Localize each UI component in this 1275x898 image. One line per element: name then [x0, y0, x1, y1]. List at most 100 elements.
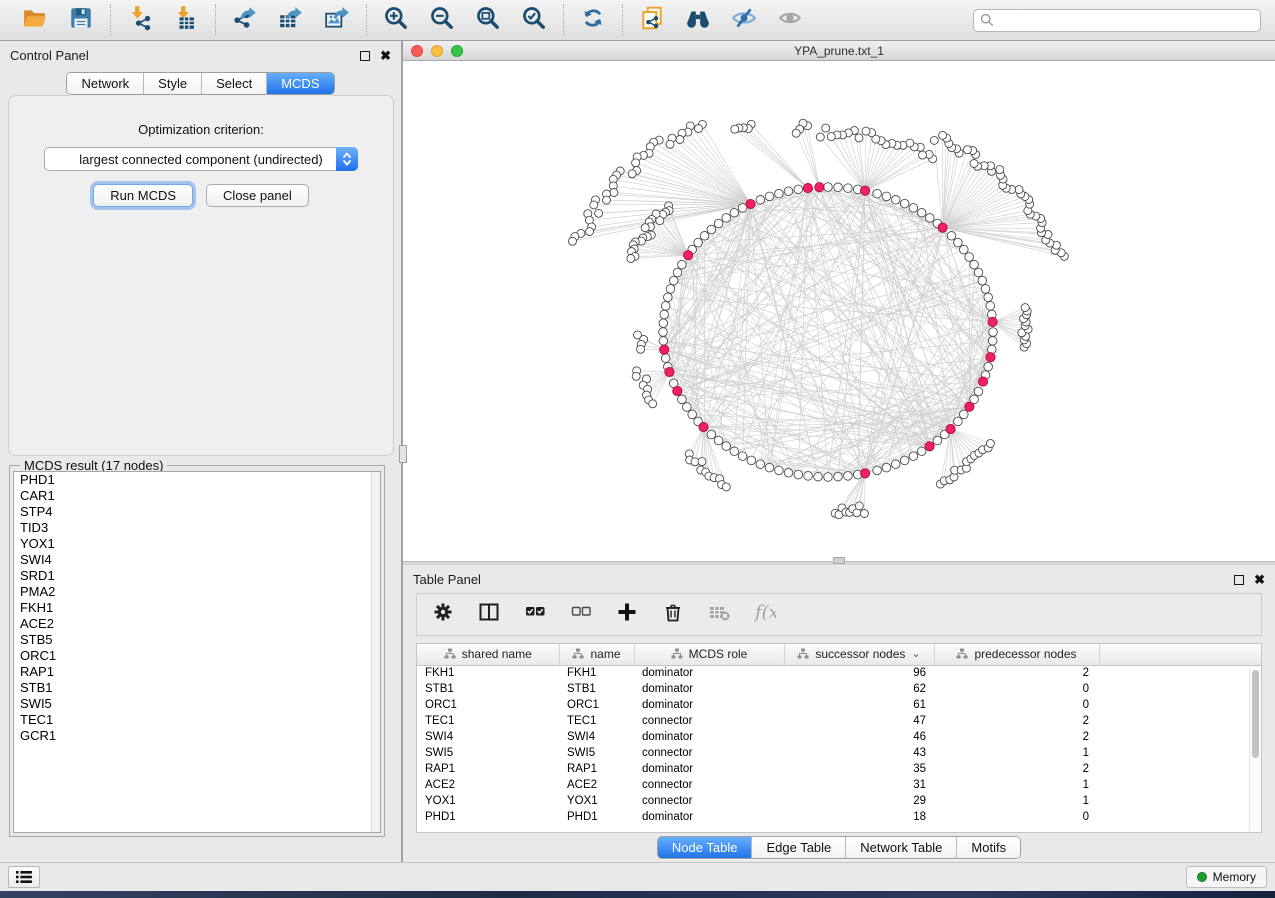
table-row[interactable]: TEC1TEC1connector472: [417, 713, 1262, 729]
mcds-result-item[interactable]: FKH1: [14, 600, 380, 616]
zoom-out-button[interactable]: [428, 6, 456, 34]
attribute-icon: [444, 648, 456, 660]
first-neighbors-button[interactable]: [684, 6, 712, 34]
horizontal-splitter-handle[interactable]: [833, 557, 845, 564]
table-scrollbar[interactable]: [1249, 668, 1260, 831]
mcds-list-scrollbar[interactable]: [371, 472, 380, 832]
network-canvas[interactable]: [403, 61, 1275, 561]
clone-network-button[interactable]: [638, 6, 666, 34]
export-image-button[interactable]: [323, 6, 351, 34]
table-row[interactable]: YOX1YOX1connector291: [417, 793, 1262, 809]
table-scrollbar-thumb[interactable]: [1252, 670, 1259, 758]
table-row[interactable]: SWI5SWI5connector431: [417, 745, 1262, 761]
float-panel-icon[interactable]: [360, 51, 370, 61]
mcds-result-item[interactable]: STB1: [14, 680, 380, 696]
tab-select[interactable]: Select: [202, 73, 267, 94]
open-file-button[interactable]: [21, 6, 49, 34]
mcds-result-item[interactable]: CAR1: [14, 488, 380, 504]
tab-motifs[interactable]: Motifs: [957, 837, 1020, 858]
run-mcds-button[interactable]: Run MCDS: [93, 184, 193, 207]
table-row[interactable]: PHD1PHD1dominator180: [417, 809, 1262, 825]
hide-graphics-button[interactable]: [730, 6, 758, 34]
mcds-result-item[interactable]: SRD1: [14, 568, 380, 584]
zoom-selected-button[interactable]: [520, 6, 548, 34]
column-header-predecessor-nodes[interactable]: predecessor nodes: [934, 644, 1099, 665]
float-table-panel-icon[interactable]: [1234, 575, 1244, 585]
tab-edge-table[interactable]: Edge Table: [752, 837, 846, 858]
mcds-result-item[interactable]: SWI5: [14, 696, 380, 712]
tab-style[interactable]: Style: [144, 73, 202, 94]
mcds-result-item[interactable]: TEC1: [14, 712, 380, 728]
table-row[interactable]: FKH1FKH1dominator962: [417, 665, 1262, 681]
mcds-result-item[interactable]: RAP1: [14, 664, 380, 680]
zoom-fit-button[interactable]: [474, 6, 502, 34]
mcds-result-item[interactable]: YOX1: [14, 536, 380, 552]
mcds-result-item[interactable]: SWI4: [14, 552, 380, 568]
delete-column-icon: [662, 601, 684, 628]
import-table-button[interactable]: [172, 6, 200, 34]
show-graphics-button[interactable]: [776, 6, 804, 34]
list-icon: [15, 870, 33, 884]
close-panel-button[interactable]: Close panel: [206, 184, 309, 207]
search-icon: [980, 13, 994, 27]
table-row[interactable]: SWI4SWI4dominator462: [417, 729, 1262, 745]
zoom-selected-icon: [521, 5, 547, 36]
function-builder-icon: f(x): [754, 601, 776, 628]
toolbar-groups: [6, 3, 819, 37]
delete-table-icon: [708, 601, 730, 628]
mcds-result-item[interactable]: GCR1: [14, 728, 380, 744]
network-view-window: YPA_prune.txt_1: [403, 41, 1275, 561]
vertical-splitter-handle[interactable]: [399, 445, 407, 463]
node-table[interactable]: shared namenameMCDS rolesuccessor nodes⌄…: [417, 644, 1262, 825]
export-table-button[interactable]: [277, 6, 305, 34]
column-panel-button[interactable]: [477, 603, 501, 627]
mcds-result-groupbox: MCDS result (17 nodes) PHD1CAR1STP4TID3Y…: [9, 465, 385, 837]
search-input[interactable]: [973, 9, 1261, 32]
tab-network[interactable]: Network: [67, 73, 144, 94]
column-header-empty: [1099, 644, 1262, 665]
status-bar: Memory: [0, 862, 1275, 891]
import-network-button[interactable]: [126, 6, 154, 34]
svg-text:f(x): f(x): [754, 602, 776, 623]
mcds-result-item[interactable]: PMA2: [14, 584, 380, 600]
export-network-button[interactable]: [231, 6, 259, 34]
close-panel-icon[interactable]: ✖: [380, 51, 391, 61]
mcds-result-item[interactable]: PHD1: [14, 472, 380, 488]
select-all-button[interactable]: [523, 603, 547, 627]
table-row[interactable]: STB1STB1dominator620: [417, 681, 1262, 697]
first-neighbors-icon: [685, 5, 711, 36]
memory-button[interactable]: Memory: [1186, 866, 1267, 888]
unselect-all-button[interactable]: [569, 603, 593, 627]
gear-button[interactable]: [431, 603, 455, 627]
mcds-result-item[interactable]: STP4: [14, 504, 380, 520]
network-window-titlebar[interactable]: YPA_prune.txt_1: [403, 41, 1275, 61]
optimization-criterion-dropdown[interactable]: largest connected component (undirected): [44, 147, 358, 171]
attribute-icon: [671, 648, 683, 660]
tab-mcds[interactable]: MCDS: [267, 73, 333, 94]
attribute-icon: [797, 648, 809, 660]
column-header-MCDS-role[interactable]: MCDS role: [634, 644, 784, 665]
refresh-layout-button[interactable]: [579, 6, 607, 34]
add-column-button[interactable]: [615, 603, 639, 627]
mcds-result-item[interactable]: STB5: [14, 632, 380, 648]
column-header-shared-name[interactable]: shared name: [417, 644, 559, 665]
control-panel-title: Control Panel: [10, 48, 89, 63]
tab-node-table[interactable]: Node Table: [658, 837, 753, 858]
mcds-result-list[interactable]: PHD1CAR1STP4TID3YOX1SWI4SRD1PMA2FKH1ACE2…: [13, 471, 381, 833]
tab-network-table[interactable]: Network Table: [846, 837, 957, 858]
close-table-panel-icon[interactable]: ✖: [1254, 575, 1265, 585]
save-session-button[interactable]: [67, 6, 95, 34]
sort-descending-icon: ⌄: [911, 650, 920, 658]
table-row[interactable]: ACE2ACE2connector311: [417, 777, 1262, 793]
column-header-successor-nodes[interactable]: successor nodes⌄: [784, 644, 934, 665]
delete-column-button[interactable]: [661, 603, 685, 627]
network-graph[interactable]: [403, 61, 1273, 561]
table-row[interactable]: ORC1ORC1dominator610: [417, 697, 1262, 713]
zoom-in-button[interactable]: [382, 6, 410, 34]
mcds-result-item[interactable]: ORC1: [14, 648, 380, 664]
mcds-result-item[interactable]: ACE2: [14, 616, 380, 632]
mcds-result-item[interactable]: TID3: [14, 520, 380, 536]
show-panels-button[interactable]: [8, 866, 40, 888]
table-row[interactable]: RAP1RAP1dominator352: [417, 761, 1262, 777]
column-header-name[interactable]: name: [559, 644, 634, 665]
